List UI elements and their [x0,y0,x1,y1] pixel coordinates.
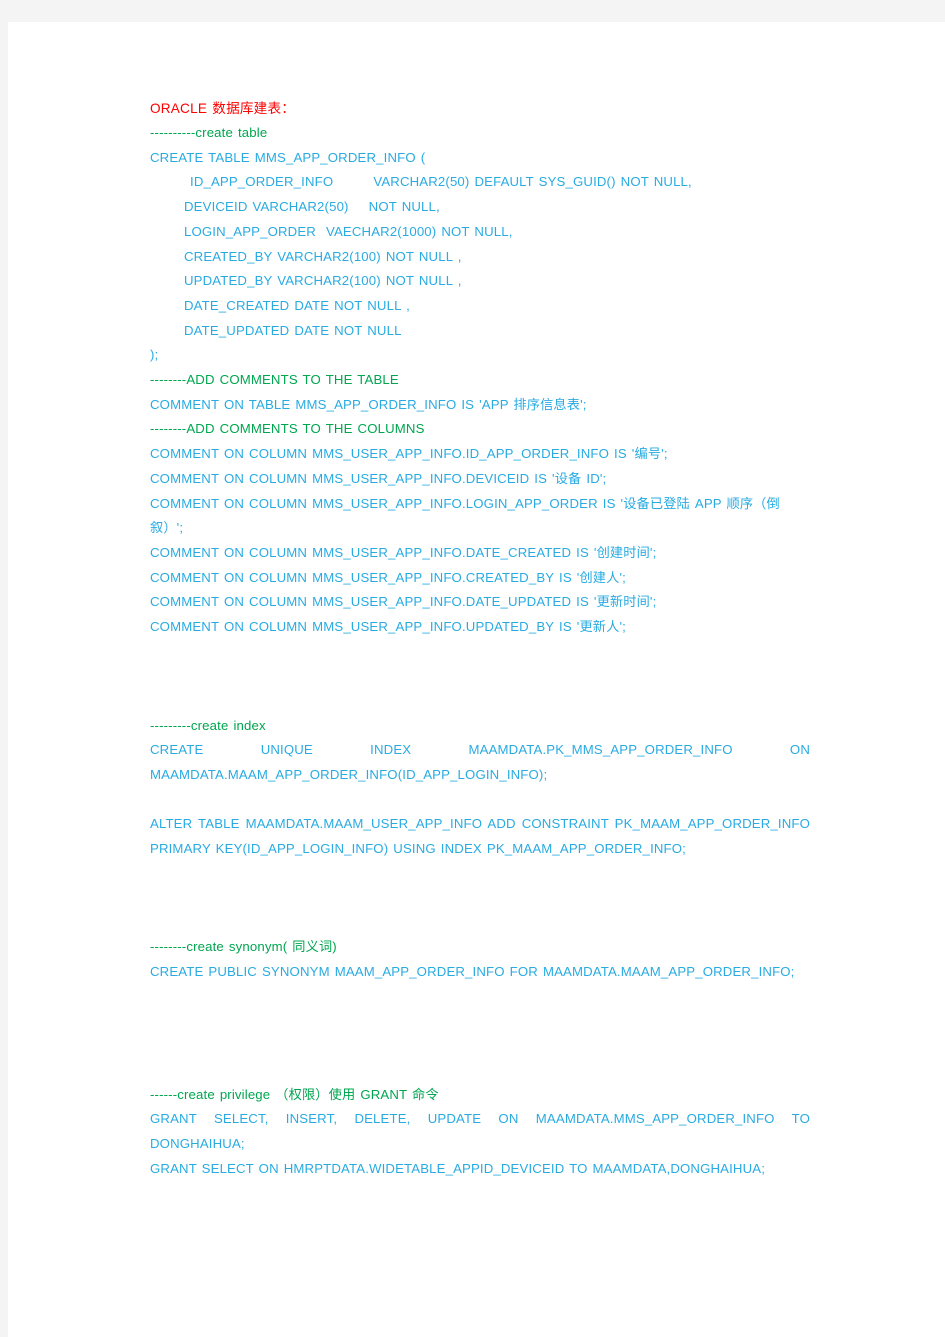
column-def-deviceid: DEVICEID VARCHAR2(50) NOT NULL, [184,199,440,215]
comment-on-column-id-app-order-info: COMMENT ON COLUMN MMS_USER_APP_INFO.ID_A… [150,446,668,462]
spacer-before-alter [150,788,810,812]
add-table-comments-comment: --------ADD COMMENTS TO THE TABLE [150,372,399,388]
column-def-date-created: DATE_CREATED DATE NOT NULL , [184,297,410,313]
add-column-comments-comment: --------ADD COMMENTS TO THE COLUMNS [150,421,425,437]
document-page: ORACLE 数据库建表： ----------create table CRE… [8,22,945,1337]
spacer-before-synonym [150,861,810,935]
column-def-date-updated: DATE_UPDATED DATE NOT NULL [184,322,402,338]
create-synonym-comment: --------create synonym( 同义词) [150,939,337,955]
comment-on-column-login-app-order: COMMENT ON COLUMN MMS_USER_APP_INFO.LOGI… [150,495,780,536]
spacer-before-index [150,640,810,714]
page-title: ORACLE 数据库建表： [150,101,296,116]
create-table-header: CREATE TABLE MMS_APP_ORDER_INFO ( [150,149,426,165]
create-synonym-statement: CREATE PUBLIC SYNONYM MAAM_APP_ORDER_INF… [150,963,795,979]
document-body: ORACLE 数据库建表： ----------create table CRE… [150,96,810,1182]
spacer-before-privilege [150,985,810,1083]
create-table-footer: ); [150,347,159,363]
grant-crud-statement: GRANT SELECT, INSERT, DELETE, UPDATE ON … [150,1111,816,1152]
column-def-created-by: CREATED_BY VARCHAR2(100) NOT NULL , [184,248,462,264]
create-table-comment: ----------create table [150,125,268,140]
create-privilege-comment: ------create privilege （权限）使用 GRANT 命令 [150,1086,439,1102]
column-def-login-app-order: LOGIN_APP_ORDER VAECHAR2(1000) NOT NULL, [184,223,513,239]
column-def-id-app-order-info: ID_APP_ORDER_INFO VARCHAR2(50) DEFAULT S… [190,174,692,190]
comment-on-column-date-updated: COMMENT ON COLUMN MMS_USER_APP_INFO.DATE… [150,594,657,610]
create-index-statement: CREATE UNIQUE INDEX MAAMDATA.PK_MMS_APP_… [150,742,816,783]
comment-on-table-statement: COMMENT ON TABLE MMS_APP_ORDER_INFO IS '… [150,396,587,412]
alter-table-statement: ALTER TABLE MAAMDATA.MAAM_USER_APP_INFO … [150,815,816,856]
create-index-comment: ---------create index [150,717,266,733]
comment-on-column-deviceid: COMMENT ON COLUMN MMS_USER_APP_INFO.DEVI… [150,470,607,486]
comment-on-column-updated-by: COMMENT ON COLUMN MMS_USER_APP_INFO.UPDA… [150,619,626,635]
column-def-updated-by: UPDATED_BY VARCHAR2(100) NOT NULL , [184,273,462,289]
comment-on-column-date-created: COMMENT ON COLUMN MMS_USER_APP_INFO.DATE… [150,544,657,560]
grant-select-statement: GRANT SELECT ON HMRPTDATA.WIDETABLE_APPI… [150,1160,766,1176]
comment-on-column-created-by: COMMENT ON COLUMN MMS_USER_APP_INFO.CREA… [150,569,626,585]
